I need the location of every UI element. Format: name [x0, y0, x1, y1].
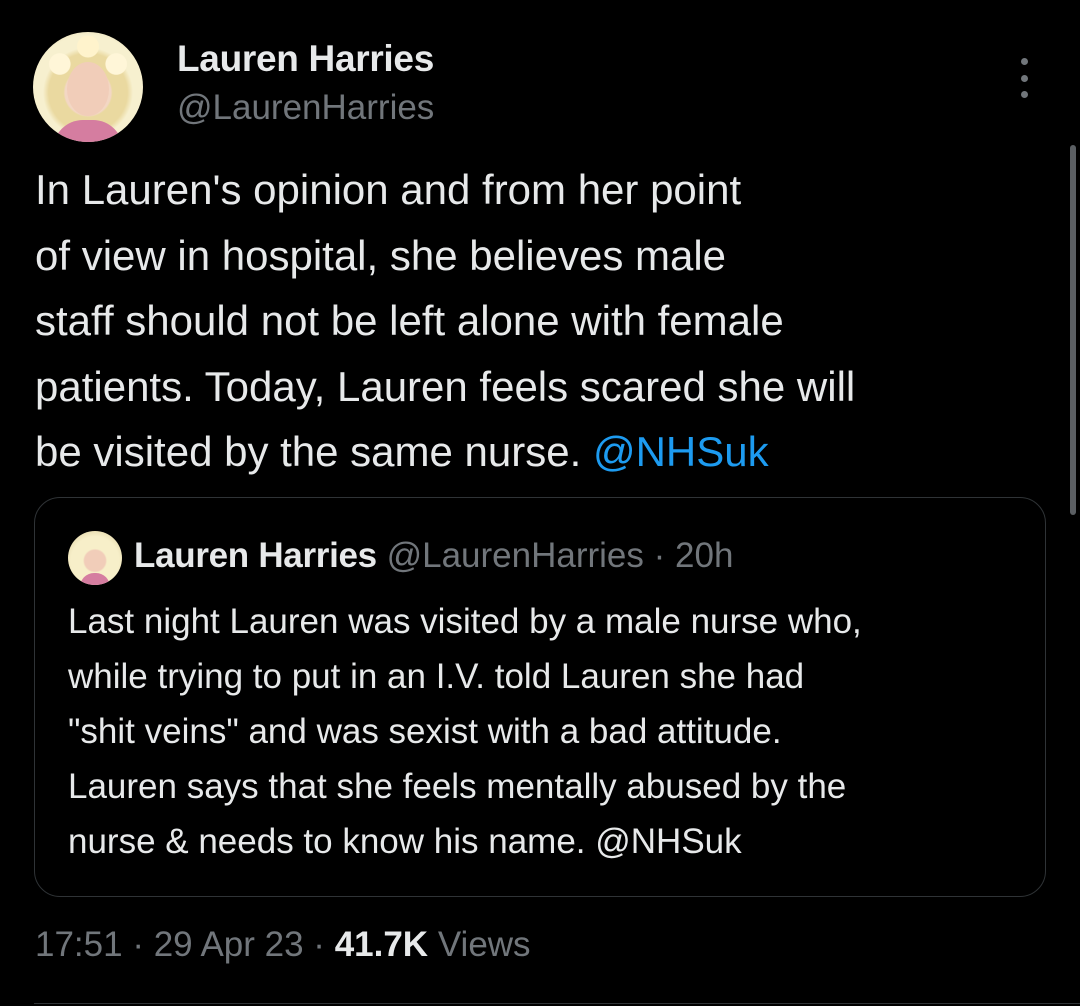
tweet-text-last-line: be visited by the same nurse. @NHSuk [35, 419, 1065, 485]
tweet-text-line: staff should not be left alone with fema… [35, 297, 784, 344]
more-dot [1020, 91, 1028, 98]
tweet-meta: 17:51 · 29 Apr 23 · 41.7K Views [35, 925, 531, 965]
quoted-text-line: "shit veins" and was sexist with a bad a… [68, 712, 782, 751]
quoted-author-handle: @LaurenHarries [386, 536, 644, 575]
quoted-author-name: Lauren Harries [134, 536, 377, 575]
quoted-tweet-card[interactable]: Lauren Harries @LaurenHarries · 20h Last… [34, 497, 1046, 897]
more-dot [1020, 74, 1028, 82]
mention-link[interactable]: @NHSuk [593, 428, 769, 475]
more-dot [1020, 58, 1028, 65]
tweet-text-line: patients. Today, Lauren feels scared she… [35, 362, 856, 410]
views-count[interactable]: 41.7K [335, 925, 428, 964]
meta-separator: · [313, 925, 325, 964]
quoted-text-line: while trying to put in an I.V. told Laur… [68, 657, 805, 696]
more-vertical-icon[interactable] [1012, 58, 1036, 98]
quoted-avatar [68, 531, 122, 585]
tweet: Lauren Harries @LaurenHarries In Lauren'… [0, 0, 1080, 1006]
views-label: Views [437, 925, 531, 964]
quoted-text-line: Lauren says that she feels mentally abus… [68, 767, 847, 806]
quoted-text-line: Last night Lauren was visited by a male … [68, 602, 862, 641]
post-time[interactable]: 17:51 [35, 925, 123, 964]
avatar-shirt [53, 120, 123, 142]
avatar[interactable] [33, 32, 143, 142]
quoted-separator: · [653, 536, 666, 575]
quoted-text-line: nurse & needs to know his name. @NHSuk [68, 822, 742, 861]
avatar-face [67, 62, 109, 116]
scrollbar[interactable] [1070, 145, 1076, 515]
meta-separator: · [132, 925, 144, 964]
quoted-avatar-shirt [80, 573, 110, 585]
author-handle[interactable]: @LaurenHarries [177, 88, 434, 128]
tweet-text-line: be visited by the same nurse. [35, 428, 582, 475]
tweet-text: In Lauren's opinion and from her point o… [35, 157, 1065, 485]
tweet-text-line: of view in hospital, she believes male [35, 231, 727, 279]
tweet-text-line: In Lauren's opinion and from her point [35, 166, 742, 213]
quoted-tweet-header: Lauren Harries @LaurenHarries · 20h [134, 536, 733, 576]
quoted-timestamp: 20h [675, 536, 734, 575]
author-name[interactable]: Lauren Harries [177, 38, 434, 80]
quoted-tweet-text: Last night Lauren was visited by a male … [68, 594, 1028, 869]
divider [34, 1003, 1080, 1004]
post-date[interactable]: 29 Apr 23 [154, 925, 304, 964]
